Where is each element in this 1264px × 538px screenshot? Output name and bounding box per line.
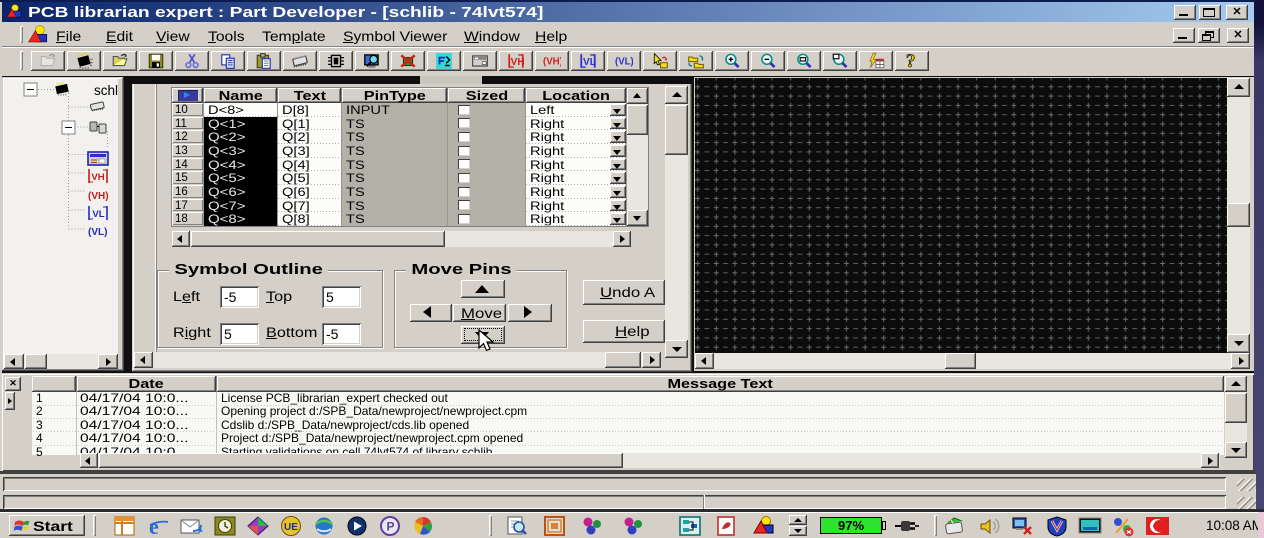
svg-text:UE: UE: [284, 522, 298, 533]
svg-text:VL: VL: [92, 209, 104, 220]
svg-text:(VH): (VH): [88, 191, 109, 202]
svg-text:e: e: [149, 515, 159, 537]
svg-text:VH: VH: [91, 172, 104, 183]
svg-text:P: P: [387, 520, 395, 534]
svg-text:(VL): (VL): [88, 227, 107, 238]
svg-text:schlib: schlib: [94, 83, 118, 98]
